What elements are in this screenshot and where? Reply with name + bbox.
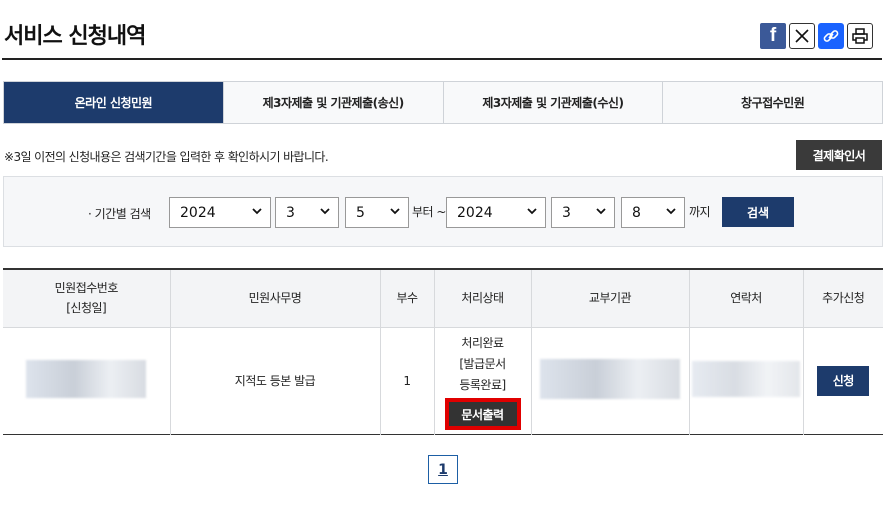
to-day-value: 8 xyxy=(632,204,641,221)
from-year-select[interactable]: 2024 xyxy=(169,197,271,228)
link-copy-icon[interactable] xyxy=(818,23,844,49)
tab-third-party-sent[interactable]: 제3자제출 및 기관제출(송신) xyxy=(222,82,443,123)
print-document-button[interactable]: 문서출력 xyxy=(444,398,521,430)
receipt-no-cell xyxy=(3,327,170,434)
header-extra-apply: 추가신청 xyxy=(802,268,883,328)
header-receipt-no: 민원접수번호 [신청일] xyxy=(3,268,170,328)
to-day-select[interactable]: 8 xyxy=(621,197,685,228)
print-share-icon[interactable] xyxy=(847,23,873,49)
x-share-icon[interactable] xyxy=(789,23,815,49)
period-search-label: · 기간별 검색 xyxy=(88,207,151,221)
from-label: 부터 ~ xyxy=(412,205,446,219)
service-name-cell: 지적도 등본 발급 xyxy=(169,327,380,434)
status-line-1: 처리완료 xyxy=(461,336,504,350)
payment-confirmation-button[interactable]: 결제확인서 xyxy=(796,140,882,170)
notice-text: ※3일 이전의 신청내용은 검색기간을 입력한 후 확인하시기 바랍니다. xyxy=(4,150,329,164)
contact-cell xyxy=(688,327,803,434)
tab-online-applications[interactable]: 온라인 신청민원 xyxy=(4,82,223,123)
chevron-down-icon xyxy=(252,208,262,215)
chevron-down-icon xyxy=(596,208,606,215)
table-row: 지적도 등본 발급 1 처리완료 [발급문서 등록완료] 문서출력 신청 xyxy=(3,327,883,434)
chevron-down-icon xyxy=(320,208,330,215)
chevron-down-icon xyxy=(527,208,537,215)
header-service-name: 민원사무명 xyxy=(169,268,380,328)
copies-cell: 1 xyxy=(379,327,434,434)
print-icon xyxy=(852,28,868,44)
chevron-down-icon xyxy=(666,208,676,215)
page-title: 서비스 신청내역 xyxy=(4,24,146,49)
status-cell: 처리완료 [발급문서 등록완료] 문서출력 xyxy=(433,327,531,434)
agency-cell xyxy=(530,327,689,434)
pagination-page-1[interactable]: 1 xyxy=(428,455,458,484)
from-month-value: 3 xyxy=(286,204,295,221)
apply-button[interactable]: 신청 xyxy=(817,365,870,396)
table-header-row: 민원접수번호 [신청일] 민원사무명 부수 처리상태 교부기관 연락처 추가신청 xyxy=(3,268,883,328)
x-icon xyxy=(795,29,809,43)
search-panel: · 기간별 검색 2024 3 5 부터 ~ 2024 3 8 까지 검색 xyxy=(3,176,883,247)
from-day-select[interactable]: 5 xyxy=(345,197,409,228)
redacted-receipt-no xyxy=(26,360,147,398)
tab-counter-received[interactable]: 창구접수민원 xyxy=(662,82,882,123)
status-line-2: [발급문서 xyxy=(459,357,506,371)
header-contact: 연락처 xyxy=(688,268,803,328)
link-icon xyxy=(823,30,839,42)
header-receipt-no-label: 민원접수번호 xyxy=(54,281,119,296)
facebook-share-icon[interactable]: f xyxy=(760,23,786,49)
to-month-select[interactable]: 3 xyxy=(551,197,615,228)
to-year-value: 2024 xyxy=(457,204,493,221)
extra-apply-cell: 신청 xyxy=(802,327,883,434)
to-label: 까지 xyxy=(689,205,711,219)
applications-table: 민원접수번호 [신청일] 민원사무명 부수 처리상태 교부기관 연락처 추가신청 … xyxy=(3,268,883,435)
chevron-down-icon xyxy=(390,208,400,215)
search-button[interactable]: 검색 xyxy=(722,197,794,227)
redacted-agency xyxy=(540,359,680,399)
header-status: 처리상태 xyxy=(433,268,531,328)
title-divider xyxy=(2,58,882,60)
tab-bar: 온라인 신청민원 제3자제출 및 기관제출(송신) 제3자제출 및 기관제출(수… xyxy=(3,81,883,124)
header-receipt-date-label: [신청일] xyxy=(66,301,107,316)
from-year-value: 2024 xyxy=(180,204,216,221)
status-line-3: 등록완료] xyxy=(459,378,506,392)
header-copies: 부수 xyxy=(379,268,434,328)
redacted-contact xyxy=(692,361,800,397)
to-month-value: 3 xyxy=(562,204,571,221)
to-year-select[interactable]: 2024 xyxy=(446,197,546,228)
facebook-glyph: f xyxy=(769,25,777,46)
from-day-value: 5 xyxy=(356,204,365,221)
header-agency: 교부기관 xyxy=(530,268,689,328)
tab-third-party-received[interactable]: 제3자제출 및 기관제출(수신) xyxy=(442,82,663,123)
from-month-select[interactable]: 3 xyxy=(275,197,339,228)
